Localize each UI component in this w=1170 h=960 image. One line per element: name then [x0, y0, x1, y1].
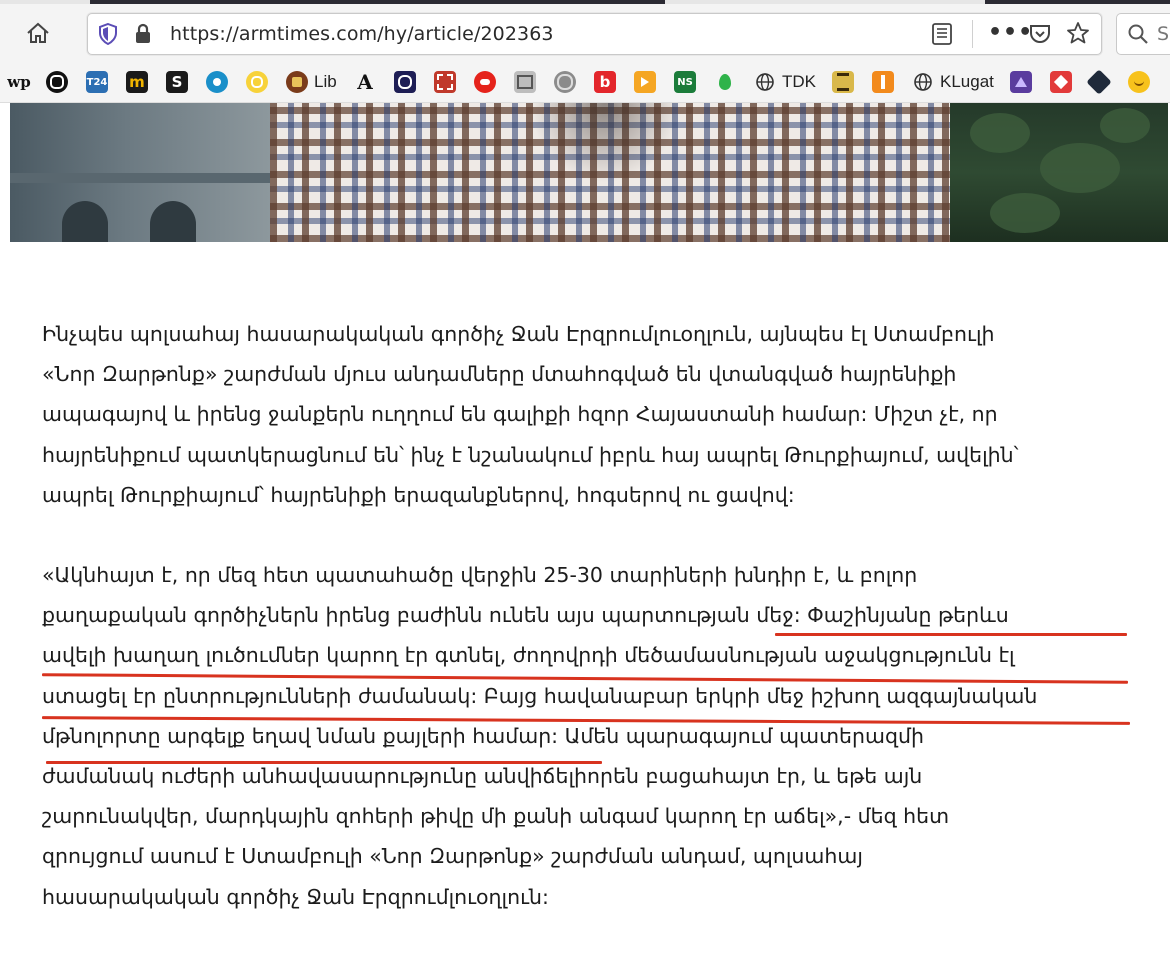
star-icon[interactable]: [1066, 21, 1090, 49]
red-heart-icon: [1050, 71, 1072, 93]
article-photo: [10, 103, 1168, 242]
annotation-underline: [46, 761, 602, 764]
globe-icon: [912, 71, 934, 93]
bookmark-figure[interactable]: [872, 71, 894, 93]
bookmark-label-tdk: TDK: [782, 72, 816, 91]
photo-collar-shadow: [530, 103, 680, 183]
bookmark-label-lib: Lib: [314, 72, 337, 91]
photo-trees: [950, 103, 1168, 242]
search-placeholder: S: [1157, 23, 1170, 45]
reader-view-icon[interactable]: [930, 22, 954, 50]
text-line: ավելի խաղաղ լուծումներ կարող էր գտնել, ժ…: [42, 643, 1015, 668]
bookmark-klugat[interactable]: KLugat: [912, 71, 994, 93]
article-paragraph-2: «Ակնհայտ է, որ մեզ հետ պատահածը վերջին 2…: [42, 555, 1132, 917]
bookmark-drop[interactable]: [714, 71, 736, 93]
figure-icon: [872, 71, 894, 93]
m-icon: m: [126, 71, 148, 93]
active-tab-indicator: [90, 0, 665, 4]
bookmark-box[interactable]: [514, 71, 536, 93]
bookmark-b[interactable]: b: [594, 71, 616, 93]
url-text[interactable]: https://armtimes.com/hy/article/202363: [170, 23, 554, 45]
url-bar[interactable]: https://armtimes.com/hy/article/202363 •…: [87, 13, 1102, 55]
bookmark-smile[interactable]: [1128, 71, 1150, 93]
smile-icon: [1128, 71, 1150, 93]
calligraphy-icon: [832, 71, 854, 93]
bookmark-a[interactable]: A: [354, 70, 376, 94]
bookmark-red-heart[interactable]: [1050, 71, 1072, 93]
browser-toolbar: https://armtimes.com/hy/article/202363 •…: [0, 0, 1170, 62]
annotation-underline: [775, 633, 1127, 636]
text-line: քաղաքական գործիչներն իրենց բաժինն ունեն …: [42, 603, 1009, 628]
bookmark-tv[interactable]: [634, 71, 656, 93]
text-line: Ինչպես պոլսահայ հասարակական գործիչ Ջան Է…: [42, 322, 995, 346]
box-icon: [514, 71, 536, 93]
bookmark-wp[interactable]: wp: [6, 71, 32, 93]
lock-icon[interactable]: [134, 23, 152, 49]
bookmark-globe-grey[interactable]: [554, 71, 576, 93]
a-icon: A: [357, 70, 373, 94]
bookmark-purple[interactable]: [1010, 71, 1032, 93]
bookmark-lib[interactable]: Lib: [286, 71, 337, 93]
drop-icon: [714, 71, 736, 93]
search-icon: [1127, 23, 1149, 49]
text-line: ապրել Թուրքիայում՝ հայրենիքի երազանքներո…: [42, 482, 795, 507]
tv-icon: [634, 71, 656, 93]
bookmark-label-klugat: KLugat: [940, 72, 994, 91]
ornament-icon: [434, 71, 456, 93]
bookmark-m[interactable]: m: [126, 71, 148, 93]
bookmark-calligraphy[interactable]: [832, 71, 854, 93]
eagle-icon: [474, 71, 496, 93]
bookmark-tdk[interactable]: TDK: [754, 71, 816, 93]
circle-icon: [394, 71, 416, 93]
shield-icon[interactable]: [98, 22, 118, 49]
o-icon: [46, 71, 68, 93]
text-line: հայրենիքում պատկերացնում են՝ ինչ է նշանա…: [42, 442, 1019, 467]
bookmark-swirl[interactable]: [246, 71, 268, 93]
ns-icon: NS: [674, 71, 696, 93]
bookmarks-toolbar: wp T24 m S Lib A b NS TDK KLugat: [0, 62, 1170, 103]
bookmark-o[interactable]: [46, 71, 68, 93]
s-icon: S: [166, 71, 188, 93]
bookmark-bird[interactable]: [206, 71, 228, 93]
bookmark-eagle[interactable]: [474, 71, 496, 93]
bookmark-dark[interactable]: [1086, 69, 1112, 95]
search-box[interactable]: S: [1116, 13, 1170, 55]
text-line: «Նոր Զարթոնք» շարժման մյուս անդամները մտ…: [42, 362, 957, 387]
photo-building: [10, 103, 270, 242]
bookmark-circle[interactable]: [394, 71, 416, 93]
tab-indicator: [985, 0, 1170, 4]
urlbar-divider: [972, 20, 973, 48]
text-line: ապագայով և իրենց ջանքերն ուղղում են գալի…: [42, 402, 998, 427]
text-line: հասարակական գործիչ Ջան Էրզրումլուօղլուն:: [42, 884, 549, 909]
home-button[interactable]: [22, 18, 54, 48]
article-paragraph-1: Ինչպես պոլսահայ հասարակական գործիչ Ջան Է…: [42, 314, 1132, 515]
bookmark-ns[interactable]: NS: [674, 71, 696, 93]
pocket-icon[interactable]: [1028, 22, 1052, 50]
dark-icon: [1086, 69, 1112, 95]
bookmark-t24[interactable]: T24: [86, 71, 108, 93]
crest-icon: [286, 71, 308, 93]
ellipsis-icon[interactable]: •••: [988, 20, 1033, 45]
home-icon: [27, 22, 49, 43]
swirl-icon: [246, 71, 268, 93]
globe-grey-icon: [554, 71, 576, 93]
text-line: զրույցում ասում է Ստամբուլի «Նոր Զարթոնք…: [42, 844, 863, 869]
tab-strip: [0, 0, 1170, 4]
b-icon: b: [594, 71, 616, 93]
wp-icon: wp: [7, 73, 31, 91]
bookmark-ornament[interactable]: [434, 71, 456, 93]
bird-icon: [206, 71, 228, 93]
text-line: «Ակնհայտ է, որ մեզ հետ պատահածը վերջին 2…: [42, 563, 918, 588]
article-body: Ինչպես պոլսահայ հասարակական գործիչ Ջան Է…: [42, 314, 1132, 917]
purple-icon: [1010, 71, 1032, 93]
text-line: շարունակվեր, մարդկային զոհերի թիվը մի քա…: [42, 804, 950, 829]
t24-icon: T24: [86, 71, 108, 93]
bookmark-s[interactable]: S: [166, 71, 188, 93]
globe-icon: [754, 71, 776, 93]
